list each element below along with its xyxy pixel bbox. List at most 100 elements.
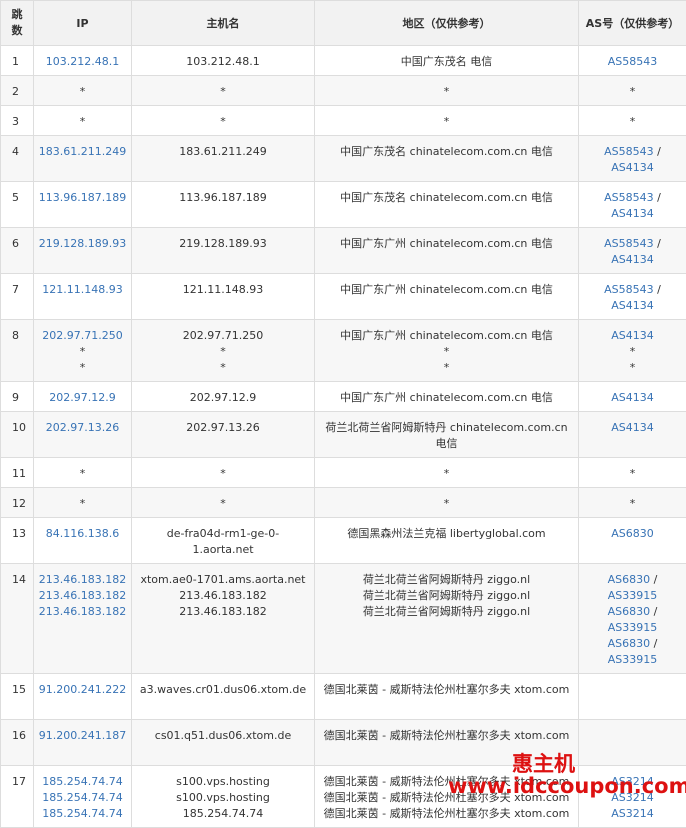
region-cell: 中国广东茂名 chinatelecom.com.cn 电信 <box>315 182 579 228</box>
ip-cell: 185.254.74.74185.254.74.74185.254.74.74 <box>34 766 132 828</box>
hop-number: 15 <box>12 683 26 696</box>
asn-link[interactable]: AS3214 <box>583 774 682 790</box>
region-text: * <box>319 344 574 360</box>
ip-link[interactable]: 183.61.211.249 <box>38 144 127 160</box>
region-text: 中国广东广州 chinatelecom.com.cn 电信 <box>319 236 574 252</box>
ip-cell: 91.200.241.222 <box>34 674 132 720</box>
asn-link[interactable]: AS3214 <box>583 806 682 822</box>
asn-link[interactable]: AS3214 <box>583 790 682 806</box>
asn-cell <box>579 720 686 766</box>
hostname-text: 113.96.187.189 <box>136 190 310 206</box>
asn-cell: AS58543 /AS4134 <box>579 136 686 182</box>
table-row: 1691.200.241.187 cs01.q51.dus06.xtom.de 德国… <box>1 720 686 766</box>
ip-link[interactable]: 219.128.189.93 <box>38 236 127 252</box>
asn-cell: AS4134 <box>579 412 686 458</box>
hostname-text: 185.254.74.74 <box>136 806 310 822</box>
ip-cell: 103.212.48.1 <box>34 46 132 76</box>
asn-link[interactable]: AS58543 / <box>583 236 682 252</box>
asn-link[interactable]: AS58543 <box>583 54 682 70</box>
table-row: 1 103.212.48.1 103.212.48.1 中国广东茂名 电信AS5854… <box>1 46 686 76</box>
ip-link: * <box>38 344 127 360</box>
ip-cell: * <box>34 458 132 488</box>
table-row: 17185.254.74.74185.254.74.74185.254.74.7… <box>1 766 686 828</box>
ip-cell: 213.46.183.182213.46.183.182213.46.183.1… <box>34 564 132 674</box>
hop-number: 12 <box>12 497 26 510</box>
hostname-text: s100.vps.hosting <box>136 790 310 806</box>
hostname-text: * <box>136 496 310 512</box>
asn-link: * <box>583 114 682 130</box>
ip-link[interactable]: 103.212.48.1 <box>38 54 127 70</box>
hostname-cell: * <box>132 76 315 106</box>
asn-link[interactable]: AS33915 <box>583 588 682 604</box>
ip-link[interactable]: 185.254.74.74 <box>38 774 127 790</box>
asn-link[interactable]: AS33915 <box>583 652 682 668</box>
hop-cell: 11 <box>1 458 34 488</box>
table-row: 7121.11.148.93121.11.148.93中国广东广州 chinat… <box>1 274 686 320</box>
hop-cell: 1 <box>1 46 34 76</box>
hostname-text: 103.212.48.1 <box>136 54 310 70</box>
asn-cell: AS6830 <box>579 518 686 564</box>
asn-link[interactable]: AS6830 / <box>583 636 682 652</box>
region-cell: 荷兰北荷兰省阿姆斯特丹 chinatelecom.com.cn电信 <box>315 412 579 458</box>
table-row: 6219.128.189.93219.128.189.93中国广东广州 chin… <box>1 228 686 274</box>
asn-link[interactable]: AS4134 <box>583 252 682 268</box>
asn-link[interactable]: AS58543 / <box>583 190 682 206</box>
header-ip: IP <box>34 1 132 46</box>
table-row: 12**** <box>1 488 686 518</box>
region-cell: 中国广东茂名 电信 <box>315 46 579 76</box>
asn-link: * <box>583 84 682 100</box>
ip-cell: * <box>34 488 132 518</box>
table-row: 2**** <box>1 76 686 106</box>
region-text: 荷兰北荷兰省阿姆斯特丹 ziggo.nl <box>319 604 574 620</box>
ip-link[interactable]: 91.200.241.187 <box>38 728 127 744</box>
asn-link: * <box>583 496 682 512</box>
ip-cell: 91.200.241.187 <box>34 720 132 766</box>
ip-link[interactable]: 202.97.13.26 <box>38 420 127 436</box>
ip-link[interactable]: 213.46.183.182 <box>38 604 127 620</box>
hostname-cell: * <box>132 458 315 488</box>
ip-link[interactable]: 185.254.74.74 <box>38 790 127 806</box>
hop-number: 10 <box>12 421 26 434</box>
hop-number: 1 <box>12 55 19 68</box>
region-text: 中国广东茂名 chinatelecom.com.cn 电信 <box>319 144 574 160</box>
asn-link[interactable]: AS4134 <box>583 160 682 176</box>
table-row: 5113.96.187.189113.96.187.189中国广东茂名 chin… <box>1 182 686 228</box>
ip-link[interactable]: 113.96.187.189 <box>38 190 127 206</box>
region-text: 德国北莱茵 - 威斯特法伦州杜塞尔多夫 xtom.com <box>319 728 574 744</box>
ip-link[interactable]: 202.97.71.250 <box>38 328 127 344</box>
traceroute-table: 跳数 IP 主机名 地区（仅供参考） AS号（仅供参考） 1103.212.48… <box>0 0 686 828</box>
ip-link[interactable]: 213.46.183.182 <box>38 572 127 588</box>
asn-link[interactable]: AS6830 / <box>583 572 682 588</box>
table-body: 1103.212.48.1103.212.48.1中国广东茂名 电信AS5854… <box>1 46 686 828</box>
asn-link[interactable]: AS4134 <box>583 420 682 436</box>
asn-link[interactable]: AS6830 / <box>583 604 682 620</box>
ip-cell: * <box>34 106 132 136</box>
header-hostname: 主机名 <box>132 1 315 46</box>
region-cell: * <box>315 106 579 136</box>
region-cell: 中国广东广州 chinatelecom.com.cn 电信 <box>315 382 579 412</box>
asn-link[interactable]: AS4134 <box>583 390 682 406</box>
hop-number: 17 <box>12 775 26 788</box>
ip-link[interactable]: 91.200.241.222 <box>38 682 127 698</box>
ip-link[interactable]: 202.97.12.9 <box>38 390 127 406</box>
asn-link[interactable]: AS33915 <box>583 620 682 636</box>
ip-link[interactable]: 84.116.138.6 <box>38 526 127 542</box>
asn-link[interactable]: AS4134 <box>583 328 682 344</box>
region-cell: 中国广东广州 chinatelecom.com.cn 电信** <box>315 320 579 382</box>
asn-link[interactable]: AS58543 / <box>583 282 682 298</box>
hop-cell: 14 <box>1 564 34 674</box>
asn-link[interactable]: AS6830 <box>583 526 682 542</box>
ip-link[interactable]: 213.46.183.182 <box>38 588 127 604</box>
ip-cell: 219.128.189.93 <box>34 228 132 274</box>
asn-link[interactable]: AS58543 / <box>583 144 682 160</box>
hop-cell: 16 <box>1 720 34 766</box>
asn-link[interactable]: AS4134 <box>583 298 682 314</box>
region-text: 中国广东广州 chinatelecom.com.cn 电信 <box>319 282 574 298</box>
asn-link[interactable]: AS4134 <box>583 206 682 222</box>
region-text: * <box>319 114 574 130</box>
ip-link[interactable]: 121.11.148.93 <box>38 282 127 298</box>
hostname-text: cs01.q51.dus06.xtom.de <box>136 728 310 744</box>
hostname-cell: 202.97.12.9 <box>132 382 315 412</box>
ip-link[interactable]: 185.254.74.74 <box>38 806 127 822</box>
hostname-text: s100.vps.hosting <box>136 774 310 790</box>
